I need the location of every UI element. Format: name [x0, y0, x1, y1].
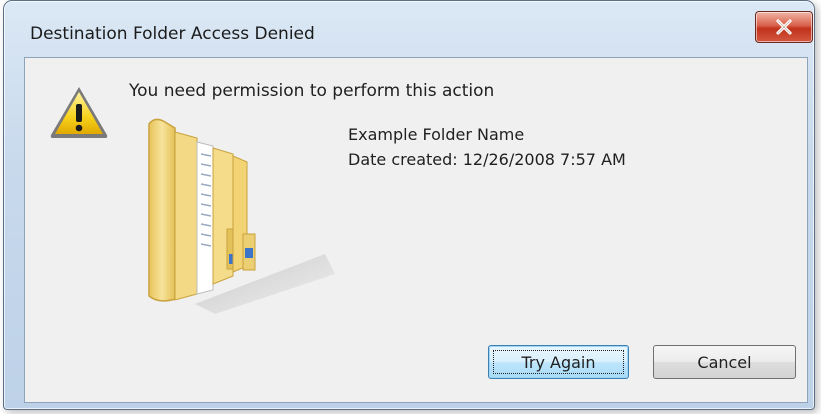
cancel-label: Cancel	[697, 352, 752, 372]
focus-rectangle	[493, 350, 624, 374]
close-icon	[776, 19, 792, 35]
folder-icon	[148, 118, 335, 314]
close-button[interactable]	[755, 11, 813, 43]
warning-icon	[50, 87, 108, 138]
dialog-window: Destination Folder Access Denied You nee…	[3, 0, 815, 410]
permission-message: You need permission to perform this acti…	[129, 81, 495, 101]
window-title: Destination Folder Access Denied	[30, 24, 315, 44]
try-again-button[interactable]: Try Again	[488, 345, 629, 379]
date-created: Date created: 12/26/2008 7:57 AM	[348, 150, 626, 169]
dialog-content: You need permission to perform this acti…	[24, 57, 808, 403]
cancel-button[interactable]: Cancel	[653, 345, 796, 379]
folder-name: Example Folder Name	[348, 125, 525, 144]
